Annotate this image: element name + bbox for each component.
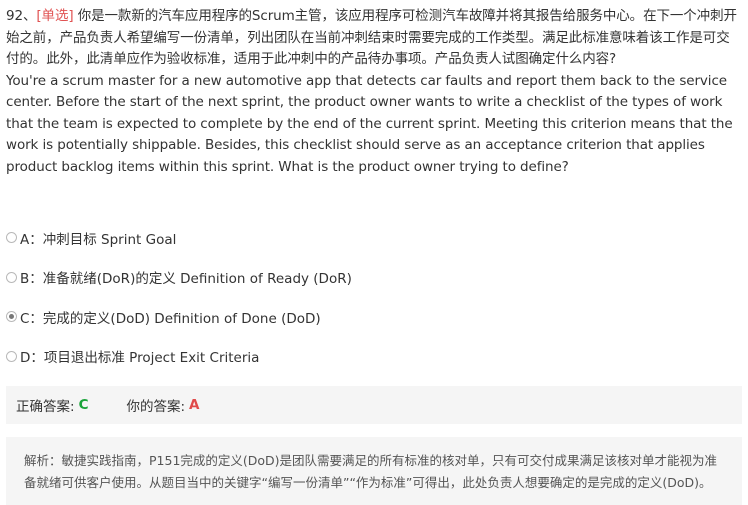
analysis-panel: 解析：敏捷实践指南，P151完成的定义(DoD)是团队需要满足的所有标准的核对单… xyxy=(6,437,742,505)
option-label: B：准备就绪(DoR)的定义 Definition of Ready (DoR) xyxy=(20,271,352,287)
option-b[interactable]: B：准备就绪(DoR)的定义 Definition of Ready (DoR) xyxy=(6,265,742,290)
your-answer-label: 你的答案: xyxy=(126,399,186,415)
option-c[interactable]: C：完成的定义(DoD) Definition of Done (DoD) xyxy=(6,304,742,329)
options-list: A：冲刺目标 Sprint Goal B：准备就绪(DoR)的定义 Defini… xyxy=(6,225,742,383)
question-number: 92、 xyxy=(6,8,37,24)
option-label: A：冲刺目标 Sprint Goal xyxy=(20,231,177,248)
radio-checked-icon[interactable] xyxy=(6,311,17,322)
question-body-cn: 你是一款新的汽车应用程序的Scrum主管，该应用程序可检测汽车故障并将其报告给服… xyxy=(6,8,737,67)
answer-summary: 正确答案: C 你的答案: A xyxy=(6,386,742,424)
your-answer-value: A xyxy=(189,397,200,413)
question-block: 92、[单选] 你是一款新的汽车应用程序的Scrum主管，该应用程序可检测汽车故… xyxy=(6,6,742,178)
question-type-tag: [单选] xyxy=(36,8,74,24)
radio-icon[interactable] xyxy=(6,232,17,243)
option-label: C：完成的定义(DoD) Definition of Done (DoD) xyxy=(20,310,321,327)
correct-answer-label: 正确答案: xyxy=(16,399,75,415)
radio-icon[interactable] xyxy=(6,271,17,283)
correct-answer-value: C xyxy=(78,397,89,413)
radio-icon[interactable] xyxy=(6,350,17,362)
question-text-cn: 92、[单选] 你是一款新的汽车应用程序的Scrum主管，该应用程序可检测汽车故… xyxy=(6,6,742,71)
option-d[interactable]: D：项目退出标准 Project Exit Criteria xyxy=(6,344,742,369)
option-a[interactable]: A：冲刺目标 Sprint Goal xyxy=(6,225,742,250)
option-label: D：项目退出标准 Project Exit Criteria xyxy=(20,350,260,366)
question-text-en: You're a scrum master for a new automoti… xyxy=(6,72,733,175)
analysis-text: 解析：敏捷实践指南，P151完成的定义(DoD)是团队需要满足的所有标准的核对单… xyxy=(24,453,718,490)
